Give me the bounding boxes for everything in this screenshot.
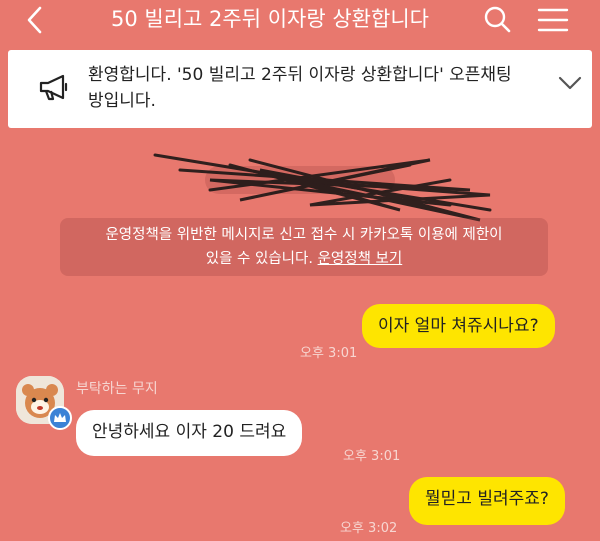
policy-line1: 운영정책을 위반한 메시지로 신고 접수 시 카카오톡 이용에 제한이 [105,227,503,243]
notice-text: 환영합니다. '50 빌리고 2주뒤 이자랑 상환합니다' 오픈채팅방입니다. [88,65,512,111]
policy-link[interactable]: 운영정책 보기 [318,251,403,267]
my-message-bubble[interactable]: 이자 얼마 쳐쥬시나요? [362,304,555,348]
other-message-bubble[interactable]: 안녕하세요 이자 20 드려요 [76,410,303,456]
policy-notice: 운영정책을 위반한 메시지로 신고 접수 시 카카오톡 이용에 제한이 있을 수… [60,218,548,276]
back-button[interactable] [20,5,50,35]
notice-banner[interactable]: 환영합니다. '50 빌리고 2주뒤 이자랑 상환합니다' 오픈채팅방입니다. [8,50,592,128]
search-icon [484,6,511,33]
verified-badge [48,406,72,430]
back-arrow-icon [27,6,42,34]
chat-header: 50 빌리고 2주뒤 이자랑 상환합니다 [0,0,600,40]
message-time: 오후 3:01 [343,449,401,464]
menu-icon [537,8,569,32]
policy-line2: 있을 수 있습니다. [205,251,313,267]
avatar[interactable] [16,376,72,430]
message-time: 오후 3:02 [340,521,398,536]
megaphone-icon [39,74,68,101]
policy-line2-row: 있을 수 있습니다. 운영정책 보기 [60,247,548,271]
menu-button[interactable] [536,6,570,34]
chat-title: 50 빌리고 2주뒤 이자랑 상환합니다 [111,7,429,31]
chevron-down-icon[interactable] [556,74,584,92]
my-message-bubble[interactable]: 뭘믿고 빌려주죠? [409,477,565,525]
message-time: 오후 3:01 [300,346,358,361]
sender-name: 부탁하는 무지 [76,381,158,397]
search-button[interactable] [482,4,512,34]
crown-icon [54,413,66,422]
